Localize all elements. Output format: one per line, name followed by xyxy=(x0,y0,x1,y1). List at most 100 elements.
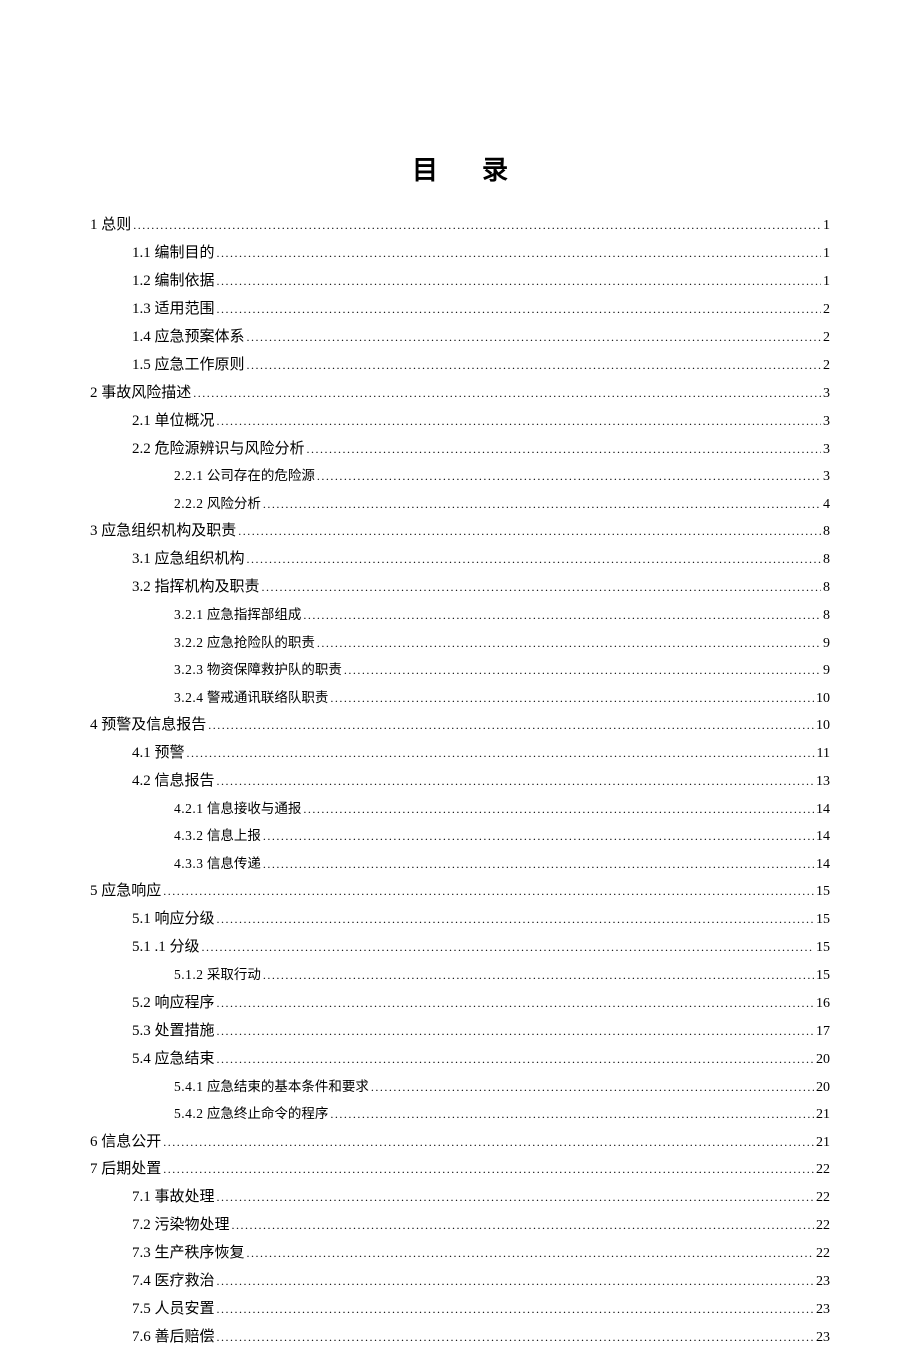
toc-entry-label: 1 总则 xyxy=(90,215,131,237)
toc-entry-text: 信息公开 xyxy=(98,1134,162,1150)
toc-entry-number: 7 xyxy=(90,1161,98,1177)
toc-leader-dots: ........................................… xyxy=(232,1217,814,1234)
toc-entry-number: 2.2 xyxy=(132,441,151,457)
toc-leader-dots: ........................................… xyxy=(208,717,814,734)
toc-entry-label: 4.3.3 信息传递 xyxy=(174,854,261,874)
toc-entry-label: 5.3 处置措施 xyxy=(132,1021,215,1043)
toc-entry-text: 编制目的 xyxy=(151,245,215,261)
toc-entry: 5.1.2 采取行动 .............................… xyxy=(90,965,830,986)
table-of-contents: 1 总则 ...................................… xyxy=(90,215,830,1349)
toc-leader-dots: ........................................… xyxy=(163,883,814,900)
toc-entry-text: 事故风险描述 xyxy=(98,385,192,401)
toc-leader-dots: ........................................… xyxy=(133,217,821,234)
toc-entry-page: 2 xyxy=(823,356,830,376)
toc-entry: 7.2 污染物处理 ..............................… xyxy=(90,1215,830,1237)
toc-entry-number: 7.1 xyxy=(132,1189,151,1205)
toc-entry-text: 单位概况 xyxy=(151,413,215,429)
toc-entry: 3.2.1 应急指挥部组成 ..........................… xyxy=(90,605,830,626)
toc-entry-page: 22 xyxy=(816,1188,830,1208)
toc-leader-dots: ........................................… xyxy=(202,939,814,956)
toc-entry-page: 14 xyxy=(816,800,830,820)
toc-entry-page: 23 xyxy=(816,1272,830,1292)
toc-entry-text: 物资保障救护队的职责 xyxy=(204,662,342,677)
toc-entry-page: 4 xyxy=(823,495,830,515)
toc-entry-label: 1.1 编制目的 xyxy=(132,243,215,265)
toc-entry: 2.2 危险源辨识与风险分析 .........................… xyxy=(90,439,830,461)
toc-leader-dots: ........................................… xyxy=(217,301,821,318)
toc-entry-number: 2.1 xyxy=(132,413,151,429)
toc-entry-label: 5.1 响应分级 xyxy=(132,909,215,931)
toc-entry: 2.2.1 公司存在的危险源 .........................… xyxy=(90,466,830,487)
toc-entry-label: 3 应急组织机构及职责 xyxy=(90,521,236,543)
toc-entry: 7 后期处置 .................................… xyxy=(90,1159,830,1181)
toc-entry-page: 8 xyxy=(823,550,830,570)
toc-entry: 5.4 应急结束 ...............................… xyxy=(90,1049,830,1071)
toc-entry-page: 3 xyxy=(823,412,830,432)
toc-entry-number: 7.2 xyxy=(132,1217,151,1233)
toc-entry-page: 15 xyxy=(816,910,830,930)
toc-entry-number: 4.2.1 xyxy=(174,801,204,816)
toc-entry-text: 后期处置 xyxy=(98,1161,162,1177)
toc-entry-label: 6 信息公开 xyxy=(90,1132,161,1154)
toc-entry: 3.2.4 警戒通讯联络队职责 ........................… xyxy=(90,688,830,709)
toc-entry-text: 预警 xyxy=(151,745,185,761)
toc-entry-page: 3 xyxy=(823,384,830,404)
toc-entry: 3.1 应急组织机构 .............................… xyxy=(90,549,830,571)
toc-leader-dots: ........................................… xyxy=(217,1023,814,1040)
toc-entry-label: 4.2.1 信息接收与通报 xyxy=(174,799,301,819)
toc-entry-page: 23 xyxy=(816,1328,830,1348)
toc-entry-text: 善后赔偿 xyxy=(151,1329,215,1345)
toc-entry-number: 4.3.3 xyxy=(174,856,204,871)
toc-entry-number: 3.2.4 xyxy=(174,690,204,705)
toc-entry-text: 指挥机构及职责 xyxy=(151,579,260,595)
toc-entry-page: 3 xyxy=(823,440,830,460)
toc-entry-label: 4.3.2 信息上报 xyxy=(174,826,261,846)
toc-entry: 4.2.1 信息接收与通报 ..........................… xyxy=(90,799,830,820)
toc-entry: 1.1 编制目的 ...............................… xyxy=(90,243,830,265)
toc-entry-page: 3 xyxy=(823,467,830,487)
toc-entry: 5.4.2 应急终止命令的程序 ........................… xyxy=(90,1104,830,1125)
toc-leader-dots: ........................................… xyxy=(247,1245,814,1262)
toc-entry-number: 6 xyxy=(90,1134,98,1150)
toc-entry: 5.4.1 应急结束的基本条件和要求 .....................… xyxy=(90,1077,830,1098)
toc-entry-text: 应急终止命令的程序 xyxy=(204,1106,329,1121)
toc-leader-dots: ........................................… xyxy=(317,468,821,485)
toc-entry-number: 2 xyxy=(90,385,98,401)
toc-entry-label: 3.1 应急组织机构 xyxy=(132,549,245,571)
toc-entry-label: 2.1 单位概况 xyxy=(132,411,215,433)
toc-entry-number: 1 xyxy=(90,217,98,233)
toc-entry-label: 3.2.1 应急指挥部组成 xyxy=(174,605,301,625)
toc-leader-dots: ........................................… xyxy=(263,856,814,873)
toc-entry: 1.5 应急工作原则 .............................… xyxy=(90,355,830,377)
toc-entry-text: 人员安置 xyxy=(151,1301,215,1317)
toc-leader-dots: ........................................… xyxy=(238,523,821,540)
toc-entry-label: 1.3 适用范围 xyxy=(132,299,215,321)
toc-entry-page: 14 xyxy=(816,827,830,847)
toc-entry-number: 3.1 xyxy=(132,551,151,567)
toc-entry-number: 5.1 .1 xyxy=(132,939,166,955)
toc-leader-dots: ........................................… xyxy=(217,773,814,790)
toc-entry-page: 23 xyxy=(816,1300,830,1320)
toc-entry-label: 7.5 人员安置 xyxy=(132,1299,215,1321)
toc-entry: 2 事故风险描述 ...............................… xyxy=(90,383,830,405)
toc-entry-page: 9 xyxy=(823,661,830,681)
toc-entry-page: 2 xyxy=(823,328,830,348)
toc-entry-label: 7.3 生产秩序恢复 xyxy=(132,1243,245,1265)
toc-entry: 3.2.3 物资保障救护队的职责 .......................… xyxy=(90,660,830,681)
toc-leader-dots: ........................................… xyxy=(317,635,821,652)
toc-entry-text: 公司存在的危险源 xyxy=(204,468,315,483)
toc-entry: 7.1 事故处理 ...............................… xyxy=(90,1187,830,1209)
toc-entry: 4.3.2 信息上报 .............................… xyxy=(90,826,830,847)
toc-entry-label: 5 应急响应 xyxy=(90,881,161,903)
toc-entry-label: 2.2.1 公司存在的危险源 xyxy=(174,466,315,486)
toc-entry-number: 4.1 xyxy=(132,745,151,761)
toc-leader-dots: ........................................… xyxy=(163,1161,814,1178)
toc-entry-text: 编制依据 xyxy=(151,273,215,289)
toc-entry: 3.2 指挥机构及职责 ............................… xyxy=(90,577,830,599)
toc-entry-number: 7.5 xyxy=(132,1301,151,1317)
toc-entry-label: 2 事故风险描述 xyxy=(90,383,191,405)
toc-entry-text: 响应分级 xyxy=(151,911,215,927)
toc-entry: 5.3 处置措施 ...............................… xyxy=(90,1021,830,1043)
toc-entry-number: 3.2 xyxy=(132,579,151,595)
toc-entry-number: 3.2.3 xyxy=(174,662,204,677)
